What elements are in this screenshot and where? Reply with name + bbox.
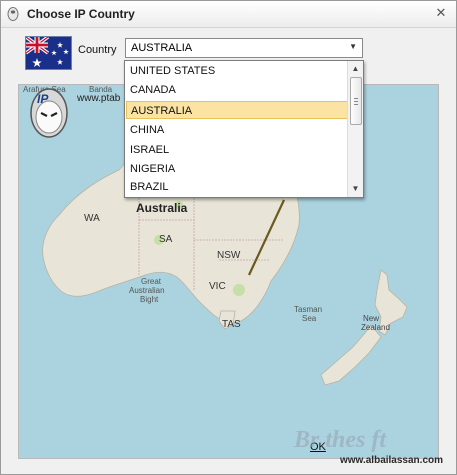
scroll-up-arrow-icon[interactable]: ▲ [348, 62, 363, 76]
country-dropdown-list[interactable]: UNITED STATES CANADA AUSTRALIA CHINA ISR… [124, 60, 364, 198]
watermark-logo-text: Br thes ft [294, 427, 387, 453]
dropdown-option-china[interactable]: CHINA [126, 121, 348, 139]
map-label-tasman-2: Sea [302, 314, 317, 323]
country-label: Country [78, 44, 117, 56]
map-label-tasman-1: Tasman [294, 305, 322, 314]
scrollbar-thumb[interactable] [350, 77, 362, 125]
map-label-bight-2: Australian [129, 286, 165, 295]
country-select-value: AUSTRALIA [131, 42, 193, 54]
map-label-nz-2: Zealand [361, 323, 390, 332]
svg-text:IP: IP [37, 92, 49, 106]
country-select[interactable]: AUSTRALIA ▼ [125, 38, 363, 58]
dropdown-option-nigeria[interactable]: NIGERIA [126, 160, 348, 178]
scroll-down-arrow-icon[interactable]: ▼ [348, 182, 363, 196]
ip-logo: IP [30, 88, 68, 138]
map-label-sa: SA [159, 234, 173, 245]
dropdown-option-israel[interactable]: ISRAEL [126, 141, 348, 159]
watermark-url: www.albailassan.com [340, 455, 444, 466]
map-label-vic: VIC [209, 281, 226, 292]
close-icon: ✕ [435, 5, 447, 20]
title-bar: Choose IP Country ✕ [1, 1, 456, 28]
watermark: Br thes ft www.albailassan.com [288, 421, 453, 471]
close-button[interactable]: ✕ [432, 4, 450, 22]
logo-overlay-text: www.ptab [76, 93, 121, 104]
map-label-country: Australia [136, 201, 188, 215]
map-label-nsw: NSW [217, 250, 241, 261]
park-area [233, 284, 245, 296]
map-label-tas: TAS [222, 319, 241, 330]
dropdown-option-canada[interactable]: CANADA [126, 81, 348, 99]
map-label-bight-1: Great [141, 277, 162, 286]
australia-flag-icon [25, 36, 72, 70]
window-title: Choose IP Country [27, 7, 135, 21]
map-label-nz-1: New [363, 314, 379, 323]
dropdown-scrollbar[interactable]: ▲ ▼ [347, 61, 363, 197]
dropdown-option-brazil[interactable]: BRAZIL [126, 178, 348, 196]
chevron-down-icon[interactable]: ▼ [349, 42, 357, 51]
dropdown-option-australia[interactable]: AUSTRALIA [126, 101, 348, 119]
app-icon [7, 7, 19, 21]
map-label-wa: WA [84, 213, 100, 224]
choose-ip-country-dialog: Choose IP Country ✕ Country AUSTRALIA ▼ [0, 0, 457, 475]
dropdown-option-united-states[interactable]: UNITED STATES [126, 62, 348, 80]
map-label-bight-3: Bight [140, 295, 159, 304]
